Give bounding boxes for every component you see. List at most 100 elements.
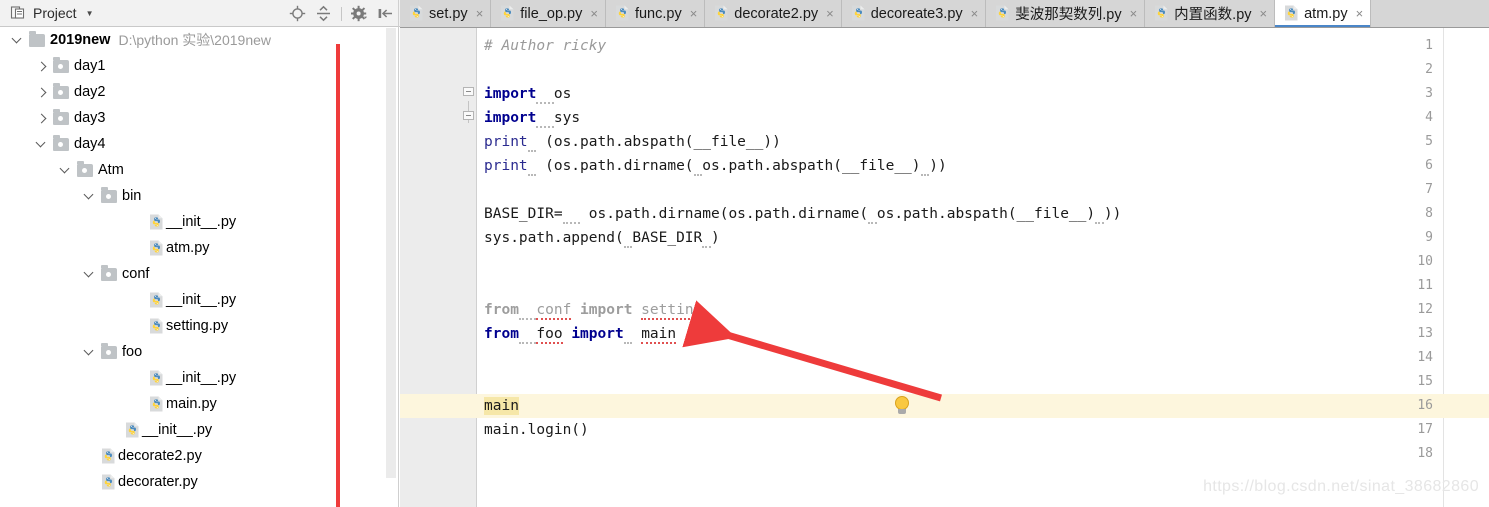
python-file-icon <box>125 422 140 438</box>
python-file-icon <box>1154 5 1169 22</box>
close-icon[interactable]: × <box>971 6 979 21</box>
close-icon[interactable]: × <box>1130 6 1138 21</box>
chevron-down-icon[interactable] <box>12 34 25 47</box>
chevron-down-icon[interactable] <box>84 190 97 203</box>
project-tree[interactable]: 2019new D:\python 实验\2019new day1 day2 day3 d… <box>0 27 400 507</box>
tree-item-label: __init__.py <box>166 292 237 308</box>
tree-item-setting.py[interactable]: setting.py <box>0 313 400 339</box>
chevron-down-icon[interactable] <box>84 346 97 359</box>
python-file-icon <box>101 474 116 490</box>
tab-label: decoreate3.py <box>870 5 963 22</box>
chevron-down-icon[interactable] <box>36 138 49 151</box>
tree-item-decorate2.py[interactable]: decorate2.py <box>0 443 400 469</box>
tree-item-day2[interactable]: day2 <box>0 79 400 105</box>
editor-tab-func.py[interactable]: func.py × <box>605 0 706 27</box>
locate-icon[interactable] <box>289 5 306 22</box>
tree-item-__init__.py[interactable]: __init__.py <box>0 287 400 313</box>
line-number: 18 <box>1417 446 1433 461</box>
gutter-divider <box>476 28 477 507</box>
editor-tab-set.py[interactable]: set.py × <box>400 0 492 27</box>
toolbar-divider <box>341 6 342 21</box>
tree-item-foo[interactable]: foo <box>0 339 400 365</box>
chevron-right-icon[interactable] <box>36 86 49 99</box>
tree-item-label: Atm <box>98 162 124 178</box>
close-icon[interactable]: × <box>1356 6 1364 21</box>
tree-item-conf[interactable]: conf <box>0 261 400 287</box>
tree-item-bin[interactable]: bin <box>0 183 400 209</box>
editor-tab-atm.py[interactable]: atm.py × <box>1275 0 1372 27</box>
intention-bulb-icon[interactable] <box>894 396 910 416</box>
collapse-all-icon[interactable] <box>315 5 332 22</box>
chevron-down-icon[interactable] <box>60 164 73 177</box>
code-line-9[interactable]: sys.path.append( BASE_DIR ) <box>484 226 720 250</box>
editor-tab-bar[interactable]: set.py × file_op.py × func.py × decorate2.py × d… <box>400 0 1489 28</box>
python-file-icon <box>409 5 424 22</box>
hide-panel-icon[interactable] <box>377 5 394 22</box>
tree-item-decorater.py[interactable]: decorater.py <box>0 469 400 495</box>
folder-icon <box>29 30 45 47</box>
tree-item-atm.py[interactable]: atm.py <box>0 235 400 261</box>
line-number: 2 <box>1425 62 1433 77</box>
chevron-down-icon[interactable]: ▼ <box>86 9 94 18</box>
line-number: 15 <box>1417 374 1433 389</box>
editor-tab-decorate2.py[interactable]: decorate2.py × <box>705 0 842 27</box>
folder-icon <box>101 264 117 281</box>
code-line-17[interactable]: main.login() <box>484 418 589 442</box>
editor-tab-decoreate3.py[interactable]: decoreate3.py × <box>841 0 987 27</box>
tree-item-path: D:\python 实验\2019new <box>118 32 271 48</box>
tree-item-main.py[interactable]: main.py <box>0 391 400 417</box>
close-icon[interactable]: × <box>476 6 484 21</box>
editor-gutter[interactable] <box>400 28 476 507</box>
code-line-4[interactable]: import sys <box>484 106 580 130</box>
editor-tab-file_op.py[interactable]: file_op.py × <box>491 0 606 27</box>
code-line-3[interactable]: import os <box>484 82 571 106</box>
tree-item-__init__.py[interactable]: __init__.py <box>0 365 400 391</box>
editor-scrollbar[interactable] <box>1475 28 1489 507</box>
close-icon[interactable]: × <box>690 6 698 21</box>
panel-divider <box>398 0 399 507</box>
tree-item-2019new[interactable]: 2019new D:\python 实验\2019new <box>0 27 400 53</box>
tree-item-__init__.py[interactable]: __init__.py <box>0 209 400 235</box>
chevron-down-icon[interactable] <box>84 268 97 281</box>
code-line-8[interactable]: BASE_DIR= os.path.dirname(os.path.dirnam… <box>484 202 1121 226</box>
close-icon[interactable]: × <box>1260 6 1268 21</box>
tree-item-label: day4 <box>74 136 106 152</box>
close-icon[interactable]: × <box>590 6 598 21</box>
python-file-icon <box>149 396 164 412</box>
chevron-right-icon[interactable] <box>36 112 49 125</box>
python-file-icon <box>149 214 164 230</box>
close-icon[interactable]: × <box>826 6 834 21</box>
python-file-icon <box>149 370 164 386</box>
pycharm-window: Project ▼ 2019new D:\python 实验\2019new d… <box>0 0 1489 507</box>
tree-item-label: bin <box>122 188 142 204</box>
tree-item-day3[interactable]: day3 <box>0 105 400 131</box>
folder-icon <box>53 134 69 151</box>
folder-icon <box>101 342 117 359</box>
code-line-5[interactable]: print (os.path.abspath(__file__)) <box>484 130 781 154</box>
python-file-icon <box>101 448 116 464</box>
code-line-12[interactable]: from conf import setting <box>484 298 703 322</box>
line-number: 6 <box>1425 158 1433 173</box>
gear-icon[interactable] <box>351 5 368 22</box>
editor-tab-斐波那契数列.py[interactable]: 斐波那契数列.py × <box>986 0 1146 27</box>
code-line-13[interactable]: from foo import main <box>484 322 677 346</box>
fold-marker-import-os[interactable] <box>463 87 474 98</box>
tree-item-Atm[interactable]: Atm <box>0 157 400 183</box>
tree-item-day4[interactable]: day4 <box>0 131 400 157</box>
project-panel-toolbar <box>289 0 394 27</box>
code-line-1[interactable]: # Author ricky <box>484 34 606 58</box>
tree-item-day1[interactable]: day1 <box>0 53 400 79</box>
python-file-icon <box>714 5 729 22</box>
editor-tab-内置函数.py[interactable]: 内置函数.py × <box>1145 0 1276 27</box>
code-line-16[interactable]: main <box>484 394 519 418</box>
tree-item-__init__.py[interactable]: __init__.py <box>0 417 400 443</box>
code-line-6[interactable]: print (os.path.dirname( os.path.abspath(… <box>484 154 947 178</box>
fold-marker-import-sys[interactable] <box>463 111 474 122</box>
code-editor[interactable]: 1 2 3 4 5 6 7 8 9 10 11 12 13 14 15 16 17 18 # Author ric… <box>400 28 1489 507</box>
project-panel-scrollbar[interactable] <box>386 28 396 478</box>
chevron-right-icon[interactable] <box>36 60 49 73</box>
